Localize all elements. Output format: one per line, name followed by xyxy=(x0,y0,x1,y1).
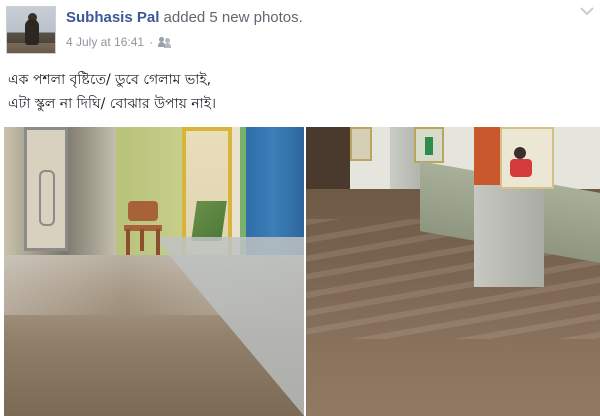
post-action-text: added 5 new photos. xyxy=(159,9,303,26)
caption-line-2: এটা স্কুল না দিঘি/ বোঝার উপায় নাই। xyxy=(8,96,217,112)
friends-icon[interactable] xyxy=(158,36,172,48)
post-caption: এক পশলা বৃষ্টিতে/ ডুবে গেলাম ভাই, এটা স্… xyxy=(8,68,216,116)
post-header: Subhasis Pal added 5 new photos. xyxy=(66,9,303,26)
flooded-corridor-photo[interactable] xyxy=(4,127,304,416)
avatar[interactable] xyxy=(6,6,56,54)
chevron-down-icon[interactable] xyxy=(580,6,594,16)
timestamp-link[interactable]: 4 July at 16:41 xyxy=(66,35,144,49)
facebook-post: Subhasis Pal added 5 new photos. 4 July … xyxy=(0,0,600,416)
meta-separator: · xyxy=(149,35,154,49)
caption-line-1: এক পশলা বৃষ্টিতে/ ডুবে গেলাম ভাই, xyxy=(8,72,212,88)
post-meta: 4 July at 16:41 · xyxy=(66,35,172,49)
flooded-verandah-photo[interactable] xyxy=(306,127,600,416)
author-name-link[interactable]: Subhasis Pal xyxy=(66,9,159,26)
